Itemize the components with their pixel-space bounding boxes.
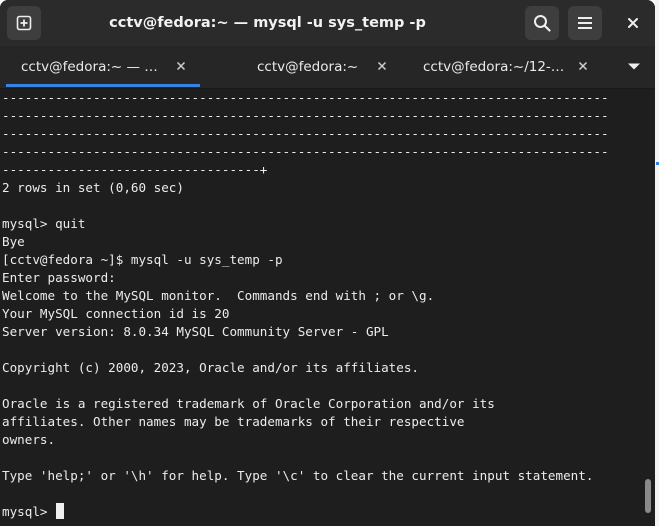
tab-2-label: cctv@fedora:~ — [257, 59, 359, 75]
tab-3-label: cctv@fedora:~/12-… — [423, 59, 565, 75]
window-title: cctv@fedora:~ — mysql -u sys_temp -p — [109, 15, 426, 31]
active-tab-indicator — [6, 84, 200, 87]
terminal-line: affiliates. Other names may be trademark… — [2, 414, 465, 429]
tab-list-dropdown[interactable] — [615, 46, 653, 88]
terminal-line: ----------------------------------------… — [2, 144, 609, 159]
terminal-text: ----------------------------------------… — [2, 89, 609, 521]
new-tab-button[interactable] — [7, 6, 41, 40]
terminal-line: ----------------------------------------… — [2, 126, 609, 141]
terminal-line: 2 rows in set (0,60 sec) — [2, 180, 184, 195]
tab-close-icon[interactable] — [577, 60, 589, 72]
tab-1-label: cctv@fedora:~ — … — [21, 59, 158, 75]
tab-bar: cctv@fedora:~ — … cctv@fedora:~ cctv@fed… — [0, 46, 655, 89]
search-icon — [534, 15, 551, 32]
terminal-line: Oracle is a registered trademark of Orac… — [2, 396, 495, 411]
chevron-down-icon — [628, 63, 640, 70]
close-window-button[interactable] — [616, 6, 650, 40]
terminal-line: Enter password: — [2, 270, 116, 285]
terminal-line: ----------------------------------------… — [2, 108, 609, 123]
terminal-line: Bye — [2, 234, 25, 249]
scrollbar-track[interactable] — [641, 89, 655, 526]
terminal-line: mysql> quit — [2, 216, 86, 231]
background-window-edge — [655, 0, 659, 526]
terminal-line: Server version: 8.0.34 MySQL Community S… — [2, 324, 389, 339]
tab-close-icon[interactable] — [175, 60, 187, 72]
close-icon — [628, 18, 638, 28]
main-menu-button[interactable] — [568, 6, 602, 40]
terminal-lines: ----------------------------------------… — [2, 90, 609, 483]
terminal-window: cctv@fedora:~ — mysql -u sys_temp -p cct… — [0, 0, 655, 526]
scrollbar-thumb[interactable] — [645, 479, 651, 513]
terminal-line: Your MySQL connection id is 20 — [2, 306, 230, 321]
text-cursor — [56, 503, 65, 519]
terminal-line: Welcome to the MySQL monitor. Commands e… — [2, 288, 435, 303]
hamburger-menu-icon — [578, 17, 592, 29]
tab-close-icon[interactable] — [376, 60, 388, 72]
terminal-line: ----------------------------------------… — [2, 90, 609, 105]
headerbar: cctv@fedora:~ — mysql -u sys_temp -p — [0, 0, 655, 46]
terminal-line: ----------------------------------+ — [2, 162, 268, 177]
new-tab-icon — [16, 15, 32, 31]
tab-2[interactable]: cctv@fedora:~ — [205, 46, 400, 88]
tab-1[interactable]: cctv@fedora:~ — … — [0, 46, 205, 88]
terminal-line: [cctv@fedora ~]$ mysql -u sys_temp -p — [2, 252, 283, 267]
mysql-prompt: mysql> — [2, 504, 56, 519]
terminal-line: owners. — [2, 432, 56, 447]
terminal-line: Copyright (c) 2000, 2023, Oracle and/or … — [2, 360, 420, 375]
tab-3[interactable]: cctv@fedora:~/12-… — [400, 46, 600, 88]
search-button[interactable] — [525, 6, 559, 40]
terminal-line: Type 'help;' or '\h' for help. Type '\c'… — [2, 468, 594, 483]
terminal-output[interactable]: ----------------------------------------… — [0, 89, 641, 526]
